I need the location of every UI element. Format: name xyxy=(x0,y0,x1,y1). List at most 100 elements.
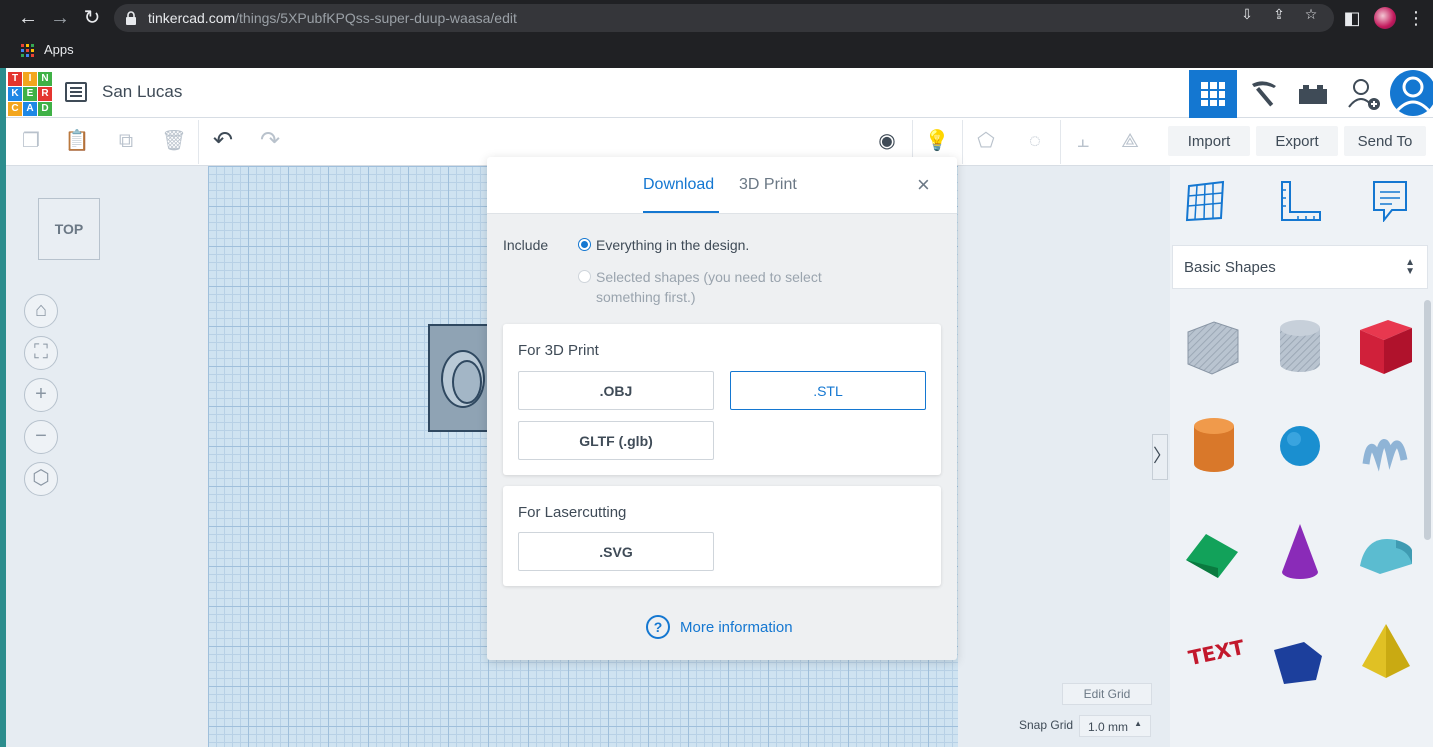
workplane-tool-icon[interactable] xyxy=(1185,180,1229,224)
box-shape[interactable] xyxy=(1356,314,1416,378)
logo-letter: N xyxy=(38,72,52,86)
redo-icon[interactable]: ↷ xyxy=(257,128,283,154)
address-bar[interactable]: tinkercad.com/things/5XPubfKPQss-super-d… xyxy=(114,4,1334,32)
pyramid-shape[interactable] xyxy=(1356,620,1416,684)
lasercutting-formats-card: For Lasercutting .SVG xyxy=(503,486,941,586)
tinkercad-logo[interactable]: T I N K E R C A D xyxy=(8,72,52,116)
prism-shape[interactable] xyxy=(1270,630,1330,694)
zoom-out-icon[interactable]: − xyxy=(24,420,58,454)
obj-button[interactable]: .OBJ xyxy=(518,371,714,410)
notes-view-icon[interactable]: ◉ xyxy=(874,128,900,154)
snap-grid-select[interactable]: 1.0 mm ▲ xyxy=(1079,715,1151,737)
toolbar-divider xyxy=(962,120,963,164)
install-icon[interactable]: ⇩ xyxy=(1238,5,1256,23)
home-view-icon[interactable]: ⌂ xyxy=(24,294,58,328)
bookmark-star-icon[interactable]: ☆ xyxy=(1302,5,1320,23)
design-shape-hole-inner xyxy=(452,360,482,404)
chrome-menu-icon[interactable]: ⋮ xyxy=(1404,6,1428,30)
text-shape[interactable]: TEXT xyxy=(1184,620,1246,684)
apps-bookmark[interactable]: Apps xyxy=(44,42,74,57)
include-all-radio[interactable] xyxy=(578,238,591,251)
close-icon[interactable]: × xyxy=(917,173,930,197)
logo-letter: T xyxy=(8,72,22,86)
viewcube[interactable]: TOP xyxy=(38,198,100,260)
cone-shape[interactable] xyxy=(1270,520,1330,584)
reload-icon[interactable]: ↻ xyxy=(80,6,104,30)
apps-grid-icon[interactable] xyxy=(21,44,34,57)
export-button[interactable]: Export xyxy=(1256,126,1338,156)
url-host: tinkercad.com xyxy=(148,10,236,26)
shapes-scrollbar[interactable] xyxy=(1424,300,1431,540)
shape-solid-icon[interactable]: ⬠ xyxy=(973,128,999,154)
include-label: Include xyxy=(503,237,549,253)
toolbar-divider xyxy=(1060,120,1061,164)
cylinder-shape[interactable] xyxy=(1184,414,1244,478)
user-avatar[interactable] xyxy=(1390,70,1433,116)
design-list-icon[interactable] xyxy=(65,82,87,102)
import-button[interactable]: Import xyxy=(1168,126,1250,156)
shape-library-value: Basic Shapes xyxy=(1184,259,1276,276)
forward-icon[interactable]: → xyxy=(48,6,72,30)
round-roof-shape[interactable] xyxy=(1356,520,1416,584)
toolbar-divider xyxy=(198,120,199,164)
perspective-icon[interactable]: ⬡ xyxy=(24,462,58,496)
tab-download[interactable]: Download xyxy=(643,176,714,194)
caret-up-icon: ▲ xyxy=(1134,719,1142,728)
include-all-label[interactable]: Everything in the design. xyxy=(596,237,749,253)
snap-grid-value: 1.0 mm xyxy=(1088,720,1129,734)
share-icon[interactable]: ⇪ xyxy=(1270,5,1288,23)
logo-letter: I xyxy=(23,72,37,86)
panel-collapse-chevron-icon[interactable]: 〉 xyxy=(1152,434,1171,480)
zoom-in-icon[interactable]: + xyxy=(24,378,58,412)
logo-letter: A xyxy=(23,102,37,116)
cylinder-hole-shape[interactable] xyxy=(1270,314,1330,378)
lasercutting-section-title: For Lasercutting xyxy=(518,504,627,521)
paste-icon[interactable]: 📋 xyxy=(64,128,90,154)
invite-user-icon[interactable] xyxy=(1340,70,1388,118)
duplicate-icon[interactable]: ⧉ xyxy=(113,128,139,154)
lightbulb-icon[interactable]: 💡 xyxy=(924,128,950,154)
stl-button[interactable]: .STL xyxy=(730,371,926,410)
snap-grid-label: Snap Grid xyxy=(1019,718,1074,732)
delete-icon[interactable]: 🗑 xyxy=(161,128,187,154)
send-to-button[interactable]: Send To xyxy=(1344,126,1426,156)
help-icon: ? xyxy=(646,615,670,639)
align-icon[interactable]: ⫠ xyxy=(1070,128,1096,154)
back-icon[interactable]: ← xyxy=(16,6,40,30)
logo-letter: E xyxy=(23,87,37,101)
notes-tool-icon[interactable] xyxy=(1370,180,1414,224)
copy-icon[interactable]: ❐ xyxy=(18,128,44,154)
fit-view-icon[interactable]: ⛶ xyxy=(24,336,58,370)
logo-letter: K xyxy=(8,87,22,101)
box-hole-shape[interactable] xyxy=(1182,314,1242,378)
gltf-button[interactable]: GLTF (.glb) xyxy=(518,421,714,460)
design-name[interactable]: San Lucas xyxy=(102,82,182,102)
scribble-shape[interactable] xyxy=(1356,414,1416,478)
3d-print-section-title: For 3D Print xyxy=(518,342,599,359)
roof-shape[interactable] xyxy=(1182,520,1242,584)
select-caret-icon: ▲ ▼ xyxy=(1405,257,1415,277)
profile-avatar[interactable] xyxy=(1374,7,1396,29)
shape-hole-icon[interactable]: ◌ xyxy=(1022,128,1048,154)
ruler-tool-icon[interactable] xyxy=(1278,180,1322,224)
more-information-link[interactable]: ? More information xyxy=(646,615,793,639)
url-text: tinkercad.com/things/5XPubfKPQss-super-d… xyxy=(148,10,517,26)
include-selected-label-line2: something first.) xyxy=(596,289,696,305)
active-tab-indicator xyxy=(643,211,719,213)
mirror-icon[interactable]: ⟁ xyxy=(1117,128,1143,154)
svg-button[interactable]: .SVG xyxy=(518,532,714,571)
logo-letter: D xyxy=(38,102,52,116)
logo-letter: R xyxy=(38,87,52,101)
undo-icon[interactable]: ↶ xyxy=(210,128,236,154)
edit-grid-button[interactable]: Edit Grid xyxy=(1062,683,1152,705)
shape-library-select[interactable]: Basic Shapes ▲ ▼ xyxy=(1172,245,1428,289)
sphere-shape[interactable] xyxy=(1270,414,1330,478)
side-panel-icon[interactable]: ◧ xyxy=(1340,6,1364,30)
tab-3d-print[interactable]: 3D Print xyxy=(739,176,797,194)
lock-icon xyxy=(126,11,136,25)
minecraft-pickaxe-icon[interactable] xyxy=(1240,70,1288,118)
export-modal: Download 3D Print × Include Everything i… xyxy=(487,157,957,660)
3d-design-view-icon[interactable] xyxy=(1189,70,1237,118)
svg-text:TEXT: TEXT xyxy=(1186,635,1244,670)
bricks-icon[interactable] xyxy=(1289,70,1337,118)
